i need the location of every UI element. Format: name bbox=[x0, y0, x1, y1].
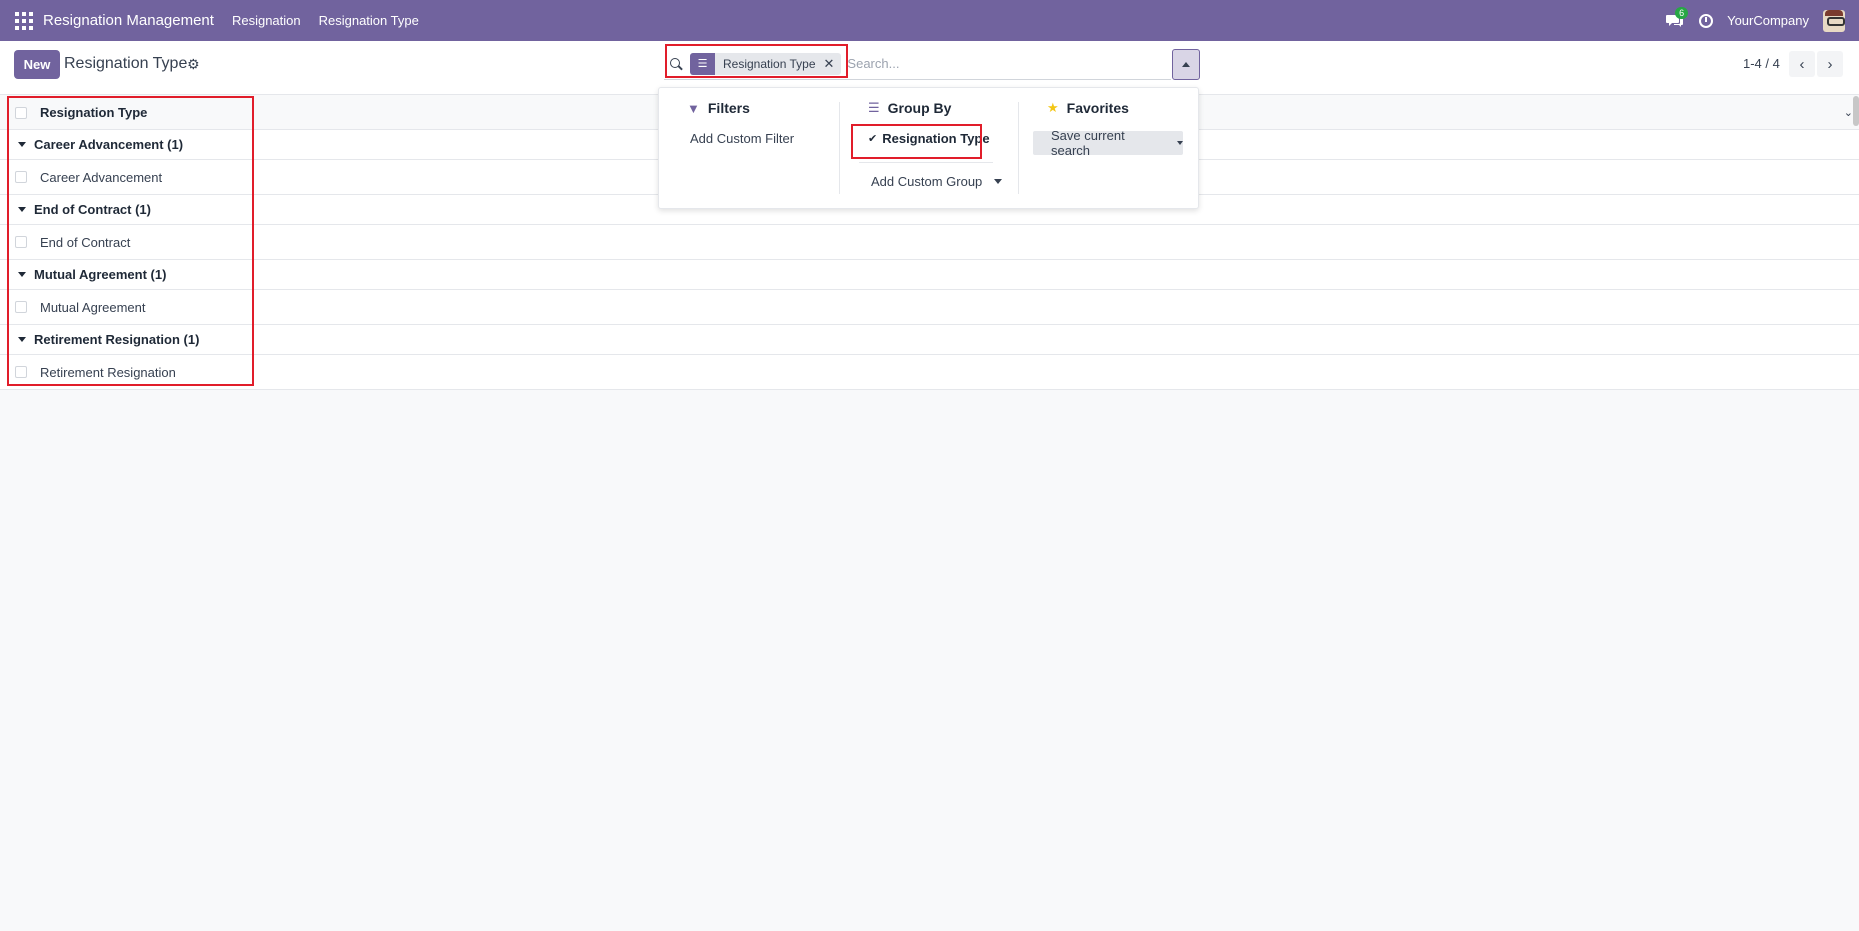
star-icon: ★ bbox=[1047, 100, 1059, 115]
row-checkbox[interactable] bbox=[15, 366, 27, 378]
search-icon bbox=[670, 57, 682, 70]
company-switcher[interactable]: YourCompany bbox=[1727, 13, 1809, 28]
filters-section: ▼ Filters Add Custom Filter bbox=[687, 100, 794, 146]
filters-title: Filters bbox=[707, 100, 750, 116]
page-title[interactable]: Resignation Type bbox=[64, 55, 187, 73]
pager-previous-icon[interactable]: ‹ bbox=[1789, 51, 1815, 77]
add-custom-filter-button[interactable]: Add Custom Filter bbox=[690, 131, 794, 146]
group-caret-icon bbox=[18, 142, 26, 147]
search-input[interactable] bbox=[847, 56, 1148, 71]
cell-resignation-type: End of Contract bbox=[40, 234, 131, 250]
row-checkbox[interactable] bbox=[15, 171, 27, 183]
table-row[interactable]: End of Contract bbox=[0, 225, 1859, 260]
new-button[interactable]: New bbox=[14, 50, 60, 79]
group-row[interactable]: Retirement Resignation (1) bbox=[0, 325, 1859, 355]
cell-resignation-type: Retirement Resignation bbox=[40, 364, 176, 380]
divider bbox=[839, 102, 840, 194]
search-bar: ☰ Resignation Type ✕ bbox=[664, 48, 1171, 80]
chat-badge: 6 bbox=[1675, 6, 1689, 19]
group-caret-icon bbox=[18, 272, 26, 277]
table-row[interactable]: Mutual Agreement bbox=[0, 290, 1859, 325]
group-label: End of Contract (1) bbox=[34, 202, 151, 217]
row-checkbox[interactable] bbox=[15, 236, 27, 248]
select-all-checkbox[interactable] bbox=[15, 106, 27, 119]
group-by-option-label: Resignation Type bbox=[882, 131, 990, 146]
favorites-title: Favorites bbox=[1066, 100, 1129, 116]
save-current-search-button[interactable]: Save current search bbox=[1033, 128, 1183, 158]
search-panel-dropdown: ▼ Filters Add Custom Filter ☰ Group By ✔… bbox=[658, 87, 1199, 209]
divider bbox=[1018, 102, 1019, 194]
group-by-facet: ☰ Resignation Type ✕ bbox=[690, 52, 842, 75]
group-by-title: Group By bbox=[887, 100, 952, 116]
caret-down-icon bbox=[1177, 141, 1183, 145]
cell-resignation-type: Mutual Agreement bbox=[40, 299, 146, 315]
chat-icon[interactable]: 6 bbox=[1665, 6, 1689, 29]
add-custom-group-label: Add Custom Group bbox=[871, 174, 983, 189]
group-caret-icon bbox=[18, 337, 26, 342]
layers-icon: ☰ bbox=[868, 100, 880, 115]
nav-menu-resignation[interactable]: Resignation bbox=[232, 13, 301, 28]
facet-remove-icon[interactable]: ✕ bbox=[824, 56, 842, 72]
table-row[interactable]: Retirement Resignation bbox=[0, 355, 1859, 390]
top-navbar: Resignation Management Resignation Resig… bbox=[0, 0, 1859, 41]
cell-resignation-type: Career Advancement bbox=[40, 169, 163, 185]
divider bbox=[859, 162, 993, 163]
activity-clock-icon[interactable] bbox=[1699, 13, 1714, 28]
facet-label: Resignation Type bbox=[723, 56, 816, 71]
caret-up-icon bbox=[1182, 62, 1190, 67]
layers-icon: ☰ bbox=[690, 52, 715, 75]
app-brand[interactable]: Resignation Management bbox=[43, 12, 214, 29]
add-custom-group-select[interactable]: Add Custom Group bbox=[871, 174, 1003, 189]
group-label: Mutual Agreement (1) bbox=[34, 267, 167, 282]
row-checkbox[interactable] bbox=[15, 301, 27, 313]
group-label: Retirement Resignation (1) bbox=[34, 332, 200, 347]
pager-value[interactable]: 1-4 / 4 bbox=[1743, 56, 1780, 71]
scrollbar[interactable] bbox=[1853, 96, 1859, 126]
nav-menu-resignation-type[interactable]: Resignation Type bbox=[319, 13, 419, 28]
group-label: Career Advancement (1) bbox=[34, 137, 184, 152]
chevron-down-icon bbox=[994, 179, 1003, 184]
favorites-section: ★ Favorites bbox=[1047, 100, 1129, 116]
search-panel-toggle-button[interactable] bbox=[1172, 49, 1200, 80]
pager-next-icon[interactable]: › bbox=[1817, 51, 1843, 77]
gear-icon[interactable]: ⚙ bbox=[187, 56, 200, 73]
group-row[interactable]: Mutual Agreement (1) bbox=[0, 260, 1859, 290]
group-by-section: ☰ Group By ✔ Resignation Type bbox=[868, 100, 990, 146]
apps-menu-icon[interactable] bbox=[15, 11, 33, 30]
filter-icon: ▼ bbox=[687, 100, 700, 116]
column-header-resignation-type[interactable]: Resignation Type bbox=[40, 105, 147, 120]
check-icon: ✔ bbox=[868, 133, 878, 145]
group-caret-icon bbox=[18, 207, 26, 212]
save-current-search-label: Save current search bbox=[1051, 128, 1125, 158]
optional-columns-toggle-icon[interactable]: ⌄ bbox=[1844, 106, 1853, 119]
group-by-option-resignation-type[interactable]: ✔ Resignation Type bbox=[868, 131, 990, 146]
avatar[interactable] bbox=[1823, 9, 1845, 32]
